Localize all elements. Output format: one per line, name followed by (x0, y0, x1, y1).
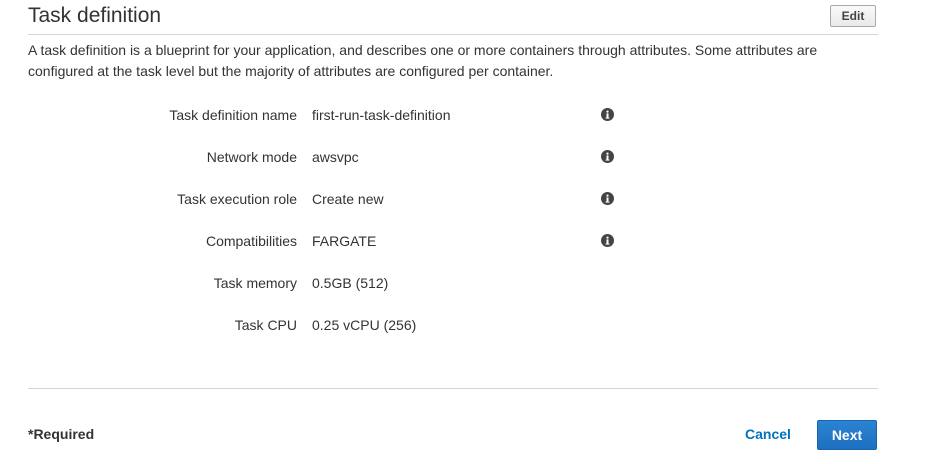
field-value: awsvpc (312, 149, 359, 165)
field-label: Task definition name (169, 107, 297, 123)
info-icon[interactable] (601, 108, 614, 121)
field-label: Network mode (206, 149, 297, 165)
field-value: 0.5GB (512) (312, 275, 389, 291)
section-title: Task definition (28, 4, 162, 27)
field-label: Task CPU (234, 317, 297, 333)
footer-divider (28, 388, 878, 389)
field-label: Compatibilities (205, 233, 297, 249)
info-icon[interactable] (601, 192, 614, 205)
cancel-link[interactable]: Cancel (745, 426, 791, 442)
info-icon[interactable] (601, 234, 614, 247)
title-divider (28, 34, 878, 35)
field-row-task-cpu: Task CPU 0.25 vCPU (256) (0, 315, 930, 335)
field-row-compatibilities: Compatibilities FARGATE (0, 231, 930, 251)
field-row-task-memory: Task memory 0.5GB (512) (0, 273, 930, 293)
field-value: FARGATE (312, 233, 377, 249)
field-label: Task execution role (177, 191, 297, 207)
field-label: Task memory (213, 275, 297, 291)
info-icon[interactable] (601, 150, 614, 163)
next-button[interactable]: Next (817, 420, 877, 450)
edit-button[interactable]: Edit (830, 5, 876, 27)
field-row-task-definition-name: Task definition name first-run-task-defi… (0, 105, 930, 125)
field-row-network-mode: Network mode awsvpc (0, 147, 930, 167)
required-note: *Required (28, 426, 95, 442)
field-value: Create new (312, 191, 384, 207)
field-value: 0.25 vCPU (256) (312, 317, 417, 333)
section-description: A task definition is a blueprint for you… (28, 42, 818, 79)
field-value: first-run-task-definition (312, 107, 451, 123)
field-row-task-execution-role: Task execution role Create new (0, 189, 930, 209)
